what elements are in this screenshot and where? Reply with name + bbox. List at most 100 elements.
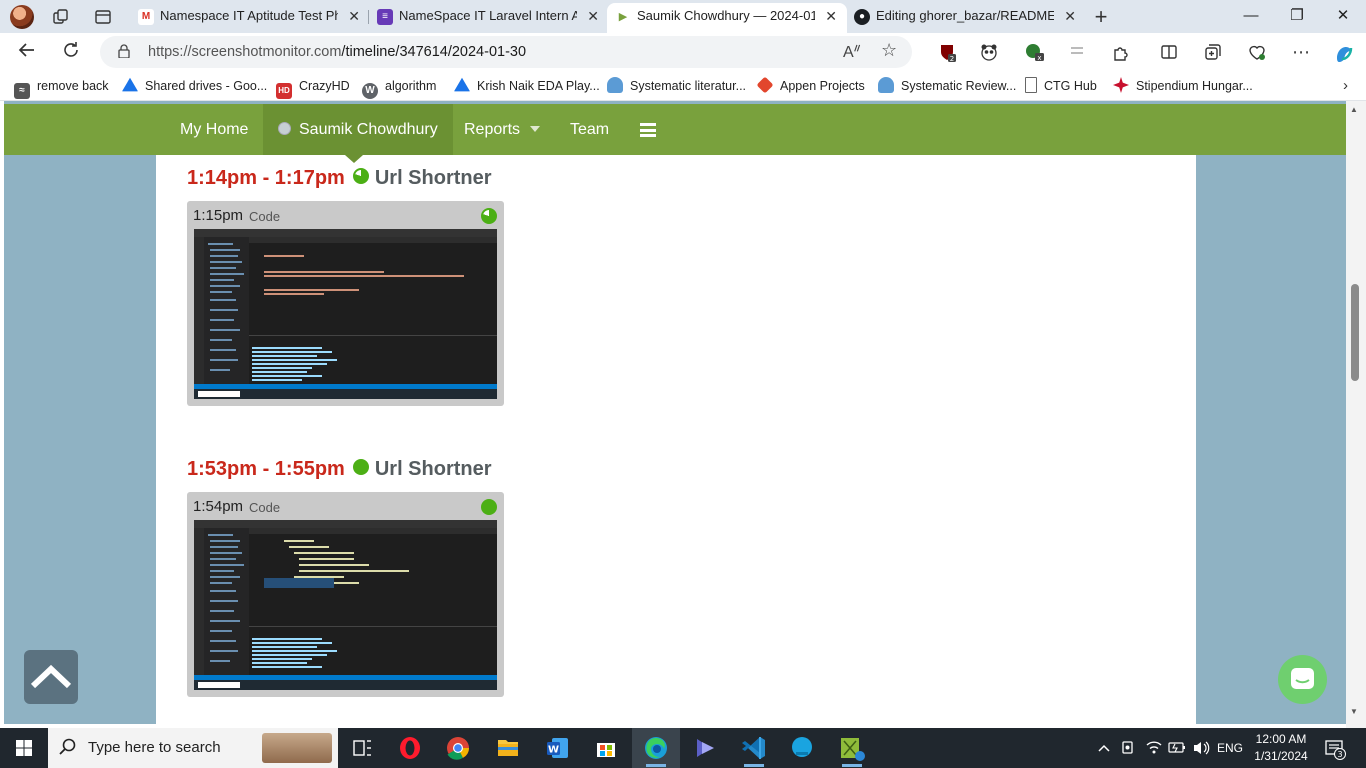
bookmark-label: CTG Hub — [1044, 79, 1097, 93]
extensions-icon[interactable] — [1111, 42, 1131, 62]
session-time-range: 1:14pm - 1:17pm — [187, 167, 345, 189]
collections-icon[interactable] — [1203, 42, 1223, 62]
bookmark-label: algorithm — [385, 79, 437, 93]
bookmark-label: remove back — [37, 79, 109, 93]
activity-pie-icon — [352, 168, 369, 184]
edge-icon[interactable] — [632, 728, 680, 768]
vscode-icon[interactable] — [730, 728, 778, 768]
address-bar[interactable]: https://screenshotmonitor.com/timeline/3… — [100, 36, 912, 68]
bookmark-item[interactable]: Systematic Review... — [878, 77, 1016, 95]
tab-forms[interactable]: ≡ NameSpace IT Laravel Intern Apti ✕ — [369, 3, 609, 33]
cloud-icon — [878, 77, 894, 93]
screenshotmonitor-icon: ▶ — [615, 9, 631, 25]
w-icon: W — [362, 83, 378, 99]
wifi-icon[interactable] — [1143, 728, 1165, 768]
nav-my-home[interactable]: My Home — [168, 104, 260, 155]
word-icon[interactable]: W — [534, 728, 582, 768]
forms-icon: ≡ — [377, 9, 393, 25]
tab-close-icon[interactable]: ✕ — [587, 3, 599, 29]
bookmark-item[interactable]: Krish Naik EDA Play... — [454, 77, 600, 95]
tab-close-icon[interactable]: ✕ — [1064, 3, 1076, 29]
bookmark-item[interactable]: Walgorithm — [362, 77, 437, 99]
tab-gmail[interactable]: M Namespace IT Aptitude Test Phase ✕ — [130, 3, 370, 33]
language-indicator[interactable]: ENG — [1214, 728, 1246, 768]
file-explorer-icon[interactable] — [484, 728, 532, 768]
nav-user[interactable]: Saumik Chowdhury — [263, 104, 453, 155]
chevron-right-icon[interactable]: › — [1343, 77, 1348, 94]
screenshot-thumbnail[interactable] — [194, 520, 497, 690]
nav-reports[interactable]: Reports — [452, 104, 552, 155]
bookmark-item[interactable]: CTG Hub — [1025, 77, 1097, 95]
refresh-button[interactable] — [58, 40, 84, 64]
screenshot-thumbnail[interactable] — [194, 229, 497, 399]
close-button[interactable]: ✕ — [1328, 5, 1358, 27]
copilot-icon[interactable] — [1333, 42, 1353, 62]
notepad-icon[interactable] — [828, 728, 876, 768]
sliders-icon[interactable] — [1067, 42, 1087, 62]
screenshot-card[interactable]: 1:15pm Code — [187, 201, 504, 406]
chat-button[interactable] — [1278, 655, 1327, 704]
favorite-star-icon[interactable]: ☆ — [881, 40, 897, 61]
taskbar-clock[interactable]: 12:00 AM 1/31/2024 — [1245, 731, 1317, 765]
scroll-to-top-button[interactable] — [24, 650, 78, 704]
timeline-content: 1:14pm - 1:17pm Url Shortner 1:15pm Code — [156, 155, 1196, 728]
page-icon — [1025, 77, 1037, 93]
bookmark-item[interactable]: ≈ remove back — [14, 77, 109, 99]
workspaces-icon[interactable] — [52, 8, 70, 26]
read-aloud-icon[interactable]: A͏ᐥ — [843, 42, 861, 62]
nav-team[interactable]: Team — [558, 104, 621, 155]
tab-close-icon[interactable]: ✕ — [825, 3, 837, 29]
menu-icon[interactable] — [640, 123, 656, 137]
excel-ext-icon[interactable]: x — [1023, 42, 1044, 62]
bookmark-item[interactable]: Appen Projects — [756, 76, 865, 95]
back-button[interactable] — [14, 40, 40, 64]
lock-icon[interactable] — [118, 44, 130, 58]
meet-now-icon[interactable] — [1119, 728, 1139, 768]
notification-center-icon[interactable]: 3 — [1324, 738, 1346, 760]
cloud-app-icon[interactable] — [778, 728, 826, 768]
tab-github[interactable]: ● Editing ghorer_bazar/README.m ✕ — [846, 3, 1086, 33]
panda-icon[interactable] — [979, 42, 999, 62]
start-button[interactable] — [0, 728, 48, 768]
chrome-icon[interactable] — [434, 728, 482, 768]
tab-screenshotmonitor[interactable]: ▶ Saumik Chowdhury — 2024-01-30 ✕ — [607, 3, 847, 33]
minimize-button[interactable]: — — [1236, 5, 1266, 27]
bookmark-label: Stipendium Hungar... — [1136, 79, 1253, 93]
more-icon[interactable]: ⋯ — [1291, 42, 1311, 62]
refresh-icon — [64, 42, 78, 57]
bookmark-item[interactable]: Shared drives - Goo... — [122, 77, 267, 95]
page-scrollbar[interactable]: ▲ ▼ — [1346, 101, 1366, 728]
taskbar-search[interactable]: Type here to search — [48, 728, 338, 768]
scrollbar-thumb[interactable] — [1351, 284, 1359, 381]
tab-title: Editing ghorer_bazar/README.m — [876, 8, 1054, 23]
browser-essentials-icon[interactable] — [1247, 42, 1267, 62]
bookmark-item[interactable]: HD CrazyHD — [276, 77, 350, 99]
chevron-up-tray-icon[interactable] — [1094, 728, 1114, 768]
gmail-icon: M — [138, 9, 154, 25]
battery-icon[interactable] — [1166, 728, 1188, 768]
restore-button[interactable]: ❐ — [1282, 5, 1312, 27]
ublock-icon[interactable]: 2 — [937, 42, 957, 63]
task-view-icon[interactable] — [338, 728, 386, 768]
screenshot-card[interactable]: 1:54pm Code — [187, 492, 504, 697]
caret-down-icon — [530, 126, 541, 132]
opera-icon[interactable] — [386, 728, 434, 768]
volume-icon[interactable] — [1190, 728, 1212, 768]
store-icon[interactable] — [582, 728, 630, 768]
notification-count: 3 — [1337, 750, 1342, 759]
tab-close-icon[interactable]: ✕ — [348, 3, 360, 29]
scroll-up-icon[interactable]: ▲ — [1350, 105, 1358, 114]
tab-actions-icon[interactable] — [94, 8, 112, 26]
new-tab-button[interactable]: + — [1092, 6, 1110, 28]
bookmark-item[interactable]: Systematic literatur... — [607, 77, 746, 95]
scroll-down-icon[interactable]: ▼ — [1350, 707, 1358, 716]
split-screen-icon[interactable] — [1159, 42, 1179, 62]
session-time-range: 1:53pm - 1:55pm — [187, 458, 345, 480]
profile-avatar[interactable] — [10, 5, 34, 29]
screenshot-app: Code — [249, 209, 281, 224]
screenshot-time: 1:15pm — [193, 207, 244, 224]
bookmark-item[interactable]: Stipendium Hungar... — [1113, 77, 1253, 95]
power-automate-icon[interactable] — [680, 728, 728, 768]
cloud-icon — [607, 77, 623, 93]
nav-active-pointer — [345, 155, 363, 163]
